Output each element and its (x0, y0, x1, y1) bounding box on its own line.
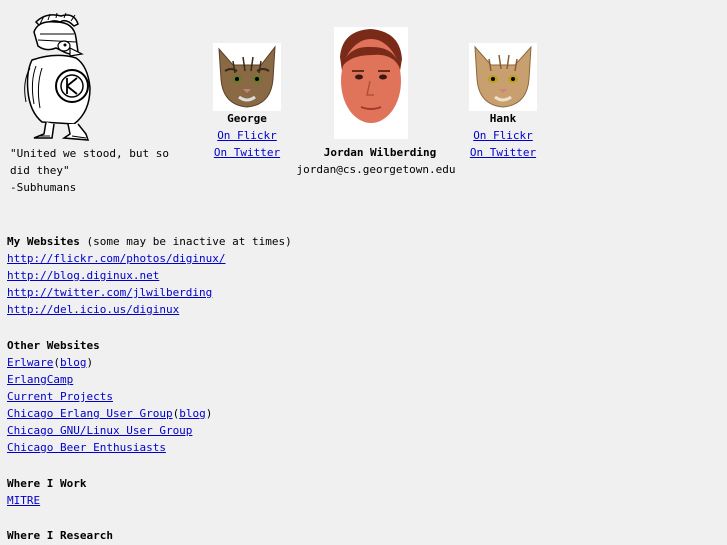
chicago-erlang-link[interactable]: Chicago Erlang User Group (7, 407, 173, 420)
blog-link[interactable]: http://blog.diginux.net (7, 269, 159, 282)
spartan-mascot-logo (16, 12, 106, 144)
chicago-erlang-blog-link[interactable]: blog (179, 407, 206, 420)
where-research-heading: Where I Research (7, 529, 113, 542)
george-flickr-link[interactable]: On Flickr (217, 129, 277, 142)
cat-icon (469, 43, 537, 111)
quote-attribution: -Subhumans (10, 181, 77, 194)
chicago-gnu-link[interactable]: Chicago GNU/Linux User Group (7, 424, 192, 437)
other-websites-heading: Other Websites (7, 339, 100, 352)
my-websites-note: (some may be inactive at times) (79, 235, 292, 248)
jordan-photo (334, 27, 408, 139)
close-paren: ) (205, 407, 213, 420)
erlangcamp-link[interactable]: ErlangCamp (7, 373, 73, 386)
my-websites-section: My Websites (some may be inactive at tim… (7, 233, 292, 250)
hank-flickr-link[interactable]: On Flickr (473, 129, 533, 142)
erlware-blog-link[interactable]: blog (60, 356, 87, 369)
current-projects-link[interactable]: Current Projects (7, 390, 113, 403)
chicago-beer-link[interactable]: Chicago Beer Enthusiasts (7, 441, 166, 454)
flickr-link[interactable]: http://flickr.com/photos/diginux/ (7, 252, 226, 265)
mitre-link[interactable]: MITRE (7, 494, 40, 507)
hank-name: Hank (489, 112, 517, 125)
jordan-name: Jordan Wilberding (323, 146, 437, 159)
close-paren: ) (86, 356, 94, 369)
open-paren: ( (53, 356, 60, 369)
quote-line-2: did they" (10, 164, 70, 177)
twitter-link[interactable]: http://twitter.com/jlwilberding (7, 286, 212, 299)
delicious-link[interactable]: http://del.icio.us/diginux (7, 303, 179, 316)
erlware-link[interactable]: Erlware (7, 356, 53, 369)
hank-twitter-link[interactable]: On Twitter (470, 146, 536, 159)
cat-icon (213, 43, 281, 111)
george-cat-photo (213, 43, 281, 111)
george-twitter-link[interactable]: On Twitter (214, 146, 280, 159)
hank-cat-photo (469, 43, 537, 111)
quote-line-1: "United we stood, but so (10, 147, 169, 160)
george-name: George (227, 112, 267, 125)
avatar (334, 27, 408, 139)
where-work-heading: Where I Work (7, 477, 87, 490)
jordan-email: jordan@cs.georgetown.edu (296, 163, 456, 176)
my-websites-heading: My Websites (7, 235, 80, 248)
